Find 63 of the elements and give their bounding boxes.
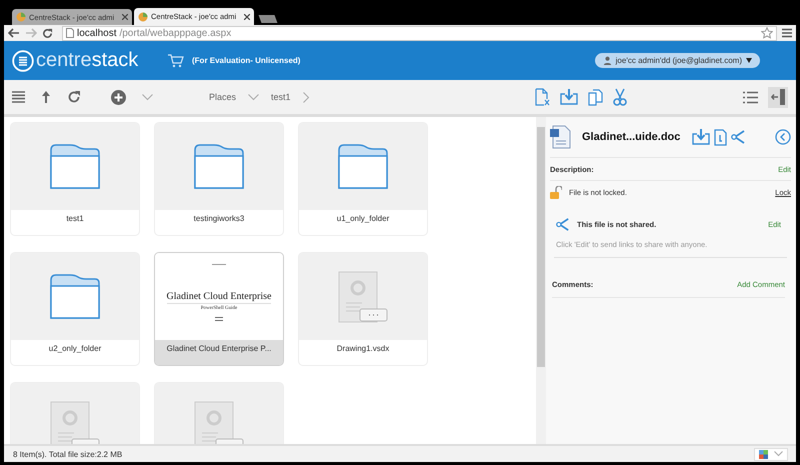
share-icon — [556, 217, 571, 232]
unlocked-padlock-icon — [550, 186, 562, 198]
copy-icon[interactable] — [588, 88, 603, 106]
file-name: u1_only_folder — [336, 214, 390, 225]
caret-icon — [746, 58, 752, 63]
logo-text: centrestack — [36, 49, 138, 72]
forward-icon[interactable] — [25, 28, 37, 38]
breadcrumb-link[interactable]: Places — [205, 92, 240, 102]
color-grid-icon — [759, 450, 768, 458]
close-icon[interactable] — [122, 14, 128, 20]
cart-icon[interactable] — [168, 54, 184, 68]
file-card[interactable]: testingiworks3 — [154, 122, 284, 236]
folder-icon — [194, 144, 244, 189]
file-title: Gladinet...uide.doc — [582, 131, 680, 143]
new-tab-button[interactable] — [258, 15, 278, 23]
back-circle-icon[interactable] — [775, 129, 791, 145]
address-field[interactable]: localhost /portal/webapppage.aspx — [62, 26, 777, 40]
share-icon[interactable] — [731, 129, 748, 145]
user-menu[interactable]: joe'cc admin'dd (joe@gladinet.com) — [594, 53, 760, 68]
download-icon[interactable] — [692, 129, 710, 145]
panel-toggle-button[interactable] — [768, 86, 788, 108]
file-card[interactable]: u1_only_folder — [298, 122, 428, 236]
word-document-icon — [550, 125, 572, 149]
license-label: (For Evaluation- Unlicensed) — [192, 56, 302, 65]
file-card[interactable]: u2_only_folder — [10, 252, 140, 366]
folder-icon — [50, 144, 100, 189]
reload-icon[interactable] — [42, 28, 53, 38]
menu-icon[interactable] — [782, 28, 792, 38]
scissors-icon[interactable] — [613, 88, 627, 106]
download-icon[interactable] — [560, 89, 578, 105]
star-icon[interactable] — [761, 27, 773, 39]
favicon-icon — [138, 12, 148, 22]
list-view-icon[interactable] — [743, 90, 758, 104]
logo-icon — [12, 50, 34, 72]
breadcrumb-link[interactable]: test1 — [267, 92, 295, 102]
file-name: u2_only_folder — [48, 344, 102, 355]
scrollbar[interactable] — [536, 117, 546, 444]
back-icon[interactable] — [8, 28, 20, 38]
folder-icon — [338, 144, 388, 189]
chevron-down-icon[interactable] — [248, 94, 260, 100]
user-icon — [602, 56, 612, 65]
up-arrow-icon[interactable] — [41, 91, 51, 103]
page-icon — [66, 28, 74, 38]
menu-icon[interactable] — [12, 91, 25, 103]
generic-file-icon — [338, 270, 388, 322]
file-card[interactable]: test1 — [10, 122, 140, 236]
delete-file-icon[interactable] — [535, 88, 550, 106]
add-icon[interactable] — [111, 90, 126, 104]
status-text: 8 Item(s). Total file size:2.2 MB — [13, 450, 122, 458]
file-name: Drawing1.vsdx — [336, 344, 390, 355]
close-icon[interactable] — [244, 14, 250, 20]
favicon-icon — [16, 12, 26, 22]
file-name: testingiworks3 — [194, 214, 244, 225]
file-name: test1 — [66, 214, 84, 225]
version-file-icon[interactable] — [714, 128, 728, 146]
file-name: Gladinet Cloud Enterprise P... — [166, 344, 272, 355]
file-card[interactable]: Drawing1.vsdx — [298, 252, 428, 366]
chevron-down-icon[interactable] — [142, 94, 153, 100]
folder-icon — [50, 274, 100, 319]
tray-button[interactable] — [754, 448, 788, 460]
refresh-icon[interactable] — [67, 90, 81, 104]
chevron-down-icon — [774, 451, 783, 457]
chevron-right-icon[interactable] — [302, 92, 310, 102]
